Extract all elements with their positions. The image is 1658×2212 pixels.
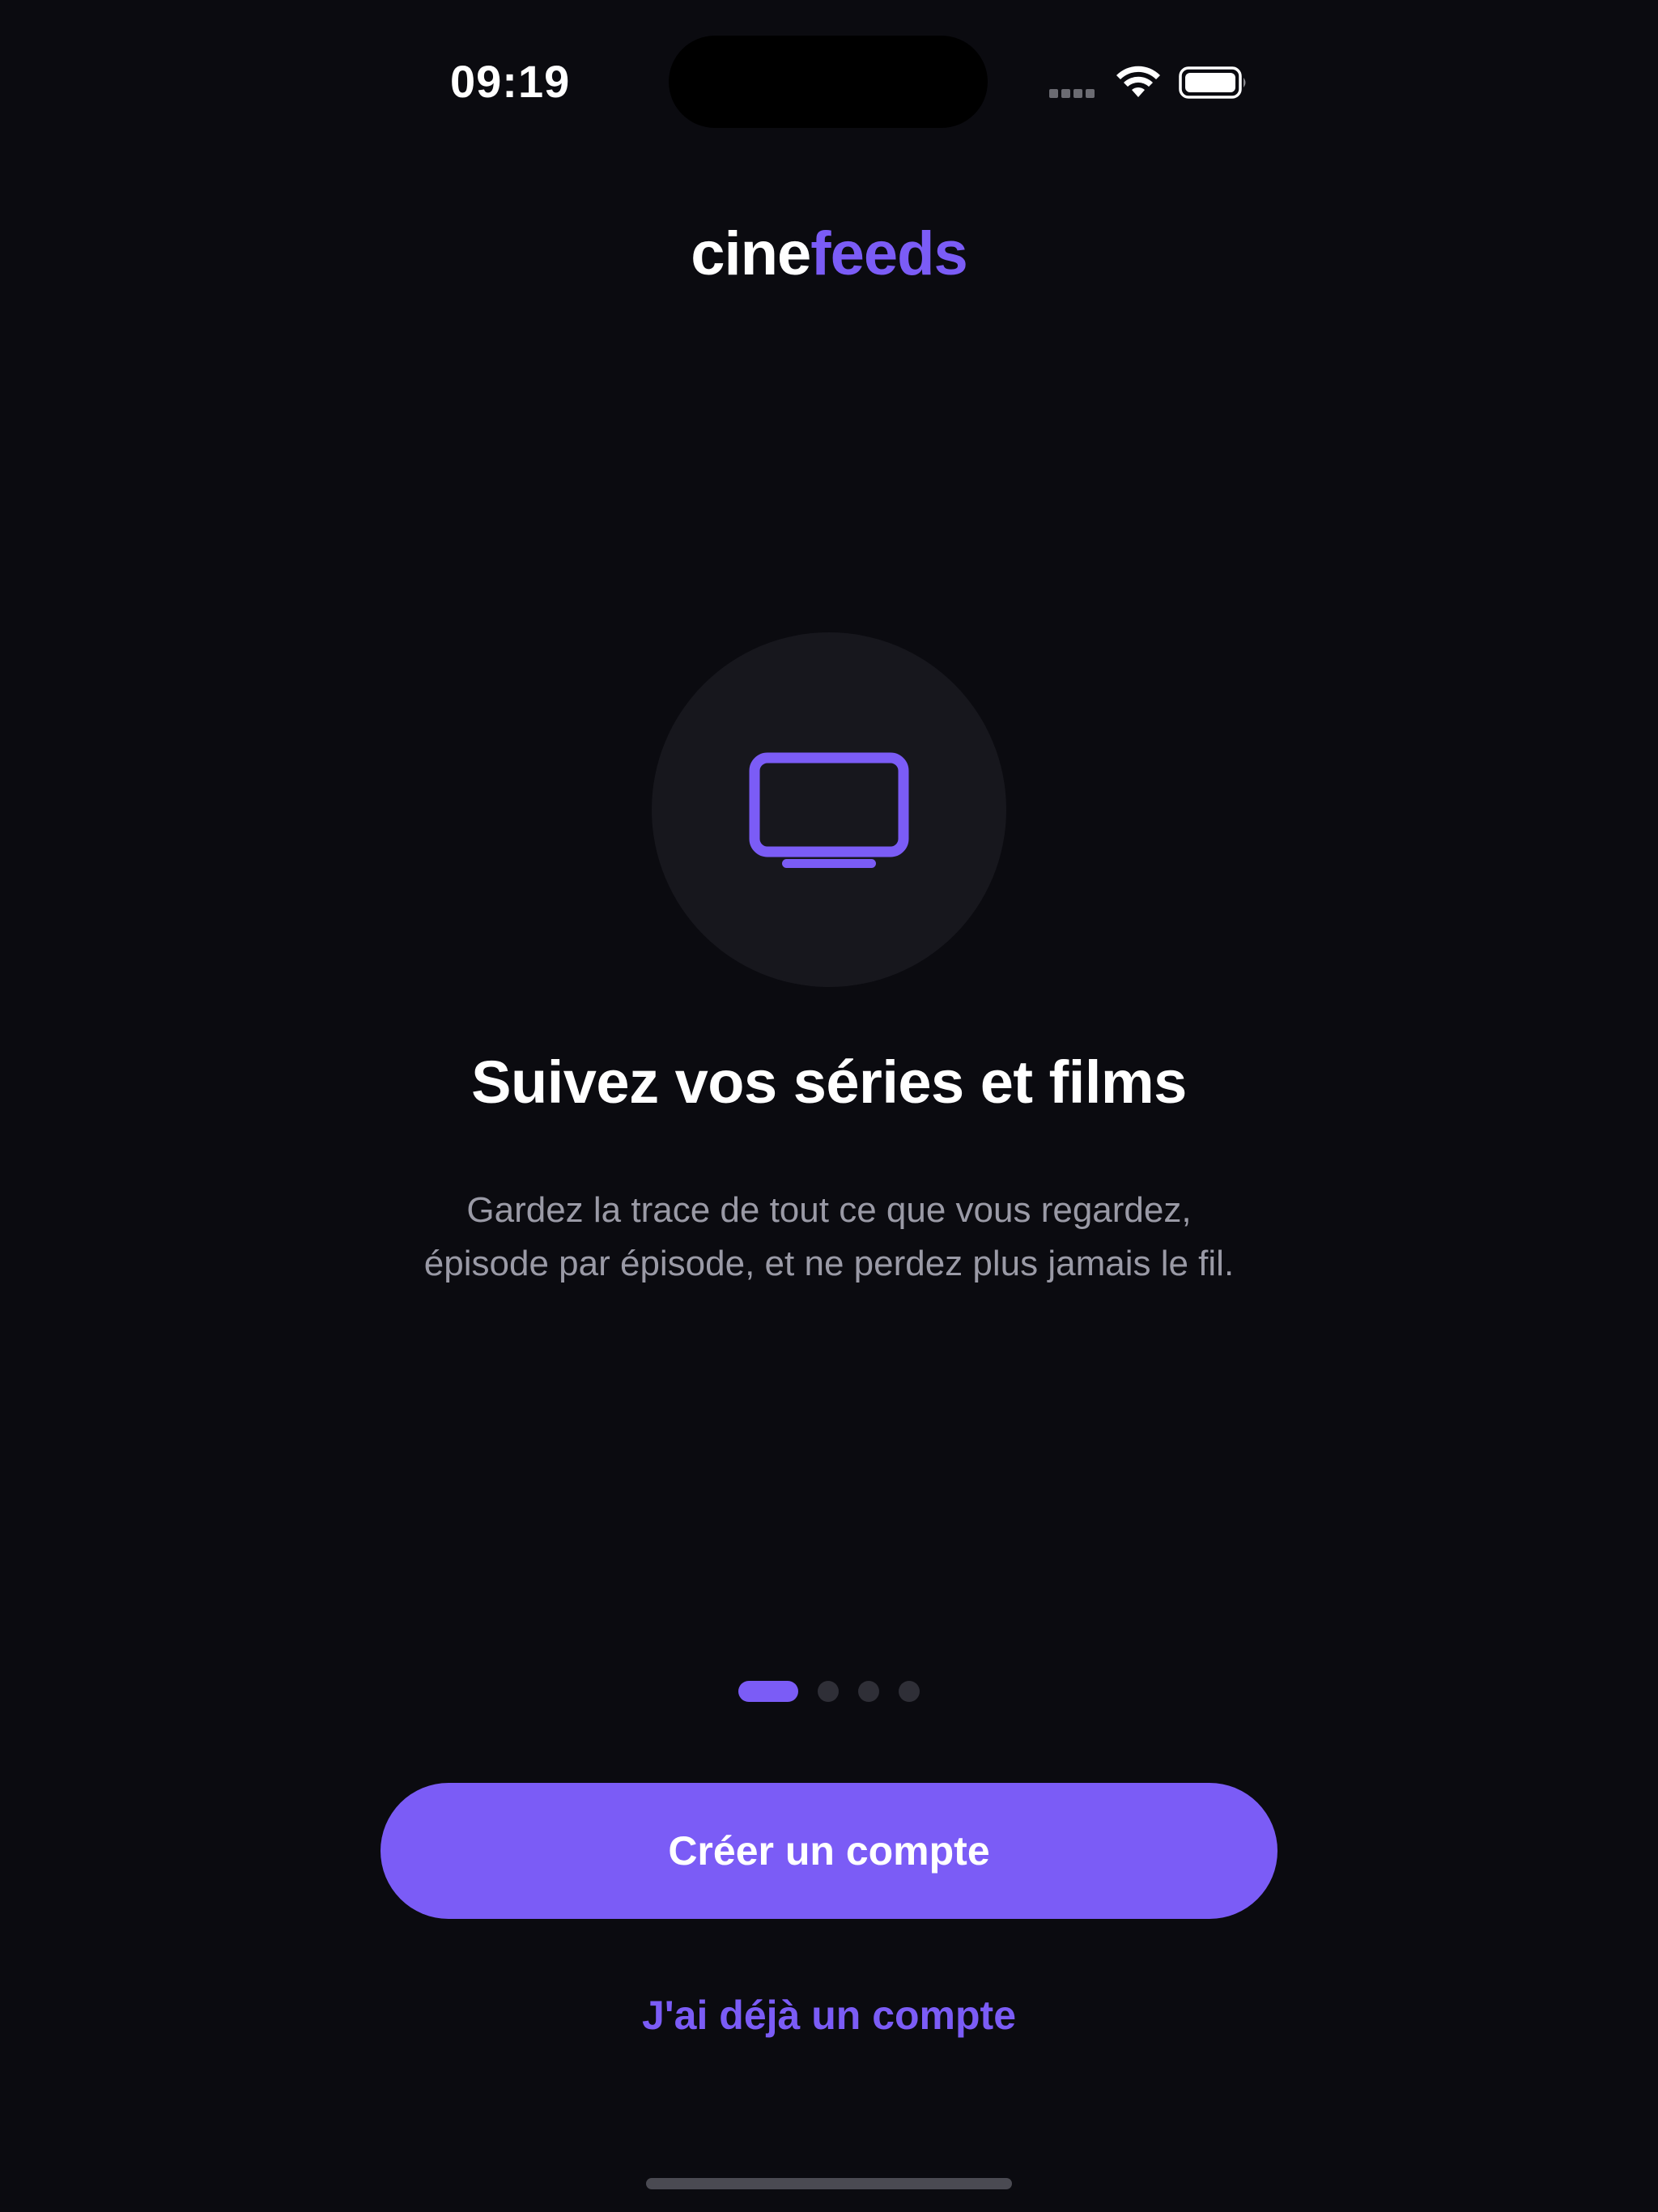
home-indicator (646, 2178, 1012, 2189)
login-link[interactable]: J'ai déjà un compte (0, 1992, 1658, 2039)
create-account-button[interactable]: Créer un compte (380, 1783, 1278, 1919)
battery-icon (1179, 66, 1246, 99)
onboarding-description: Gardez la trace de tout ce que vous rega… (423, 1190, 1235, 1283)
tv-icon (749, 752, 909, 868)
wifi-icon (1116, 66, 1160, 97)
logo-text-cine: cine (691, 219, 811, 288)
app-logo: cinefeeds (0, 219, 1658, 289)
status-time: 09:19 (450, 56, 571, 107)
cellular-signal-icon (1049, 87, 1099, 99)
page-dot-4[interactable] (899, 1681, 920, 1702)
page-dot-2[interactable] (818, 1681, 839, 1702)
page-dot-3[interactable] (858, 1681, 879, 1702)
page-indicator[interactable] (0, 1681, 1658, 1702)
onboarding-screen: 09:19 cinefeeds Suivez vos séries et fil… (0, 0, 1658, 2212)
logo-text-feeds: feeds (810, 219, 968, 288)
page-dot-1[interactable] (738, 1681, 798, 1702)
dynamic-island (669, 36, 988, 128)
onboarding-title: Suivez vos séries et films (471, 1049, 1187, 1116)
